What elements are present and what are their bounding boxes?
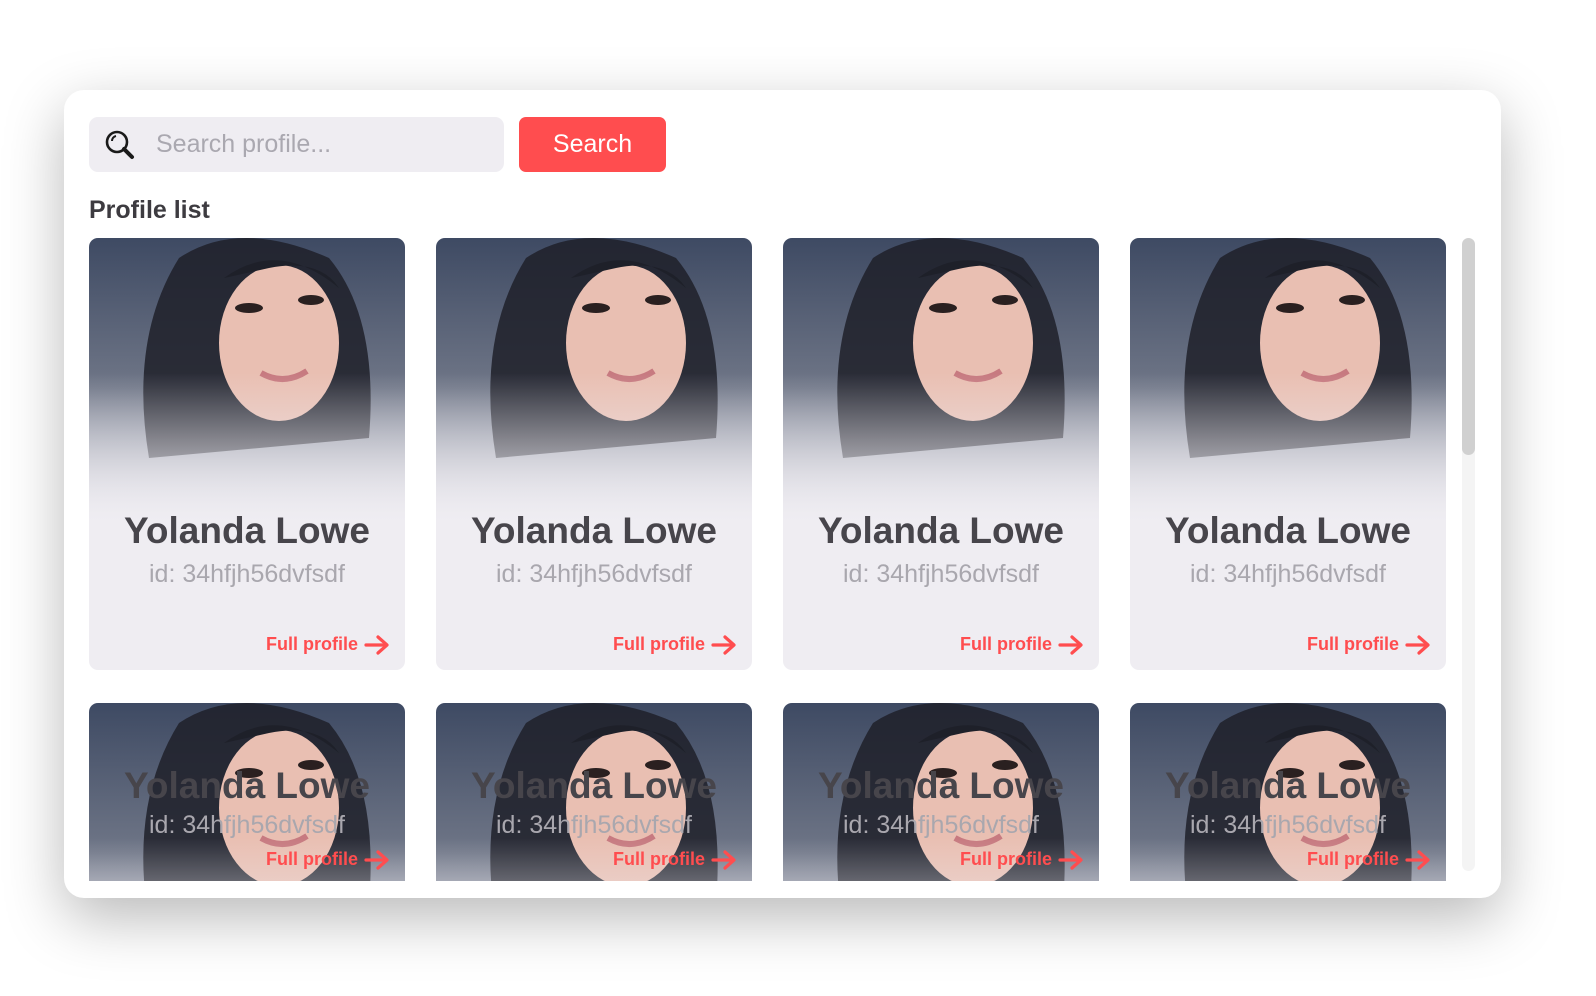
profile-id: id: 34hfjh56dvfsdf: [149, 811, 345, 839]
arrow-right-icon: [1405, 634, 1430, 655]
full-profile-link[interactable]: Full profile: [960, 634, 1084, 655]
profile-card: Yolanda Lowe id: 34hfjh56dvfsdf Full pro…: [89, 703, 405, 881]
profile-grid: Yolanda Lowe id: 34hfjh56dvfsdf Full pro…: [89, 238, 1449, 881]
arrow-right-icon: [1058, 634, 1083, 655]
profile-id: id: 34hfjh56dvfsdf: [843, 811, 1039, 839]
profile-photo: [89, 238, 405, 538]
full-profile-label: Full profile: [613, 634, 705, 654]
full-profile-label: Full profile: [1307, 849, 1399, 869]
arrow-right-icon: [364, 849, 389, 870]
search-field[interactable]: [89, 117, 504, 172]
profile-card: Yolanda Lowe id: 34hfjh56dvfsdf Full pro…: [783, 703, 1099, 881]
profile-name: Yolanda Lowe: [123, 510, 370, 551]
profile-id: id: 34hfjh56dvfsdf: [496, 560, 692, 588]
arrow-right-icon: [364, 634, 389, 655]
full-profile-link[interactable]: Full profile: [266, 849, 390, 870]
profile-name: Yolanda Lowe: [470, 510, 717, 551]
search-icon: [105, 130, 134, 159]
arrow-right-icon: [1058, 849, 1083, 870]
profile-card: Yolanda Lowe id: 34hfjh56dvfsdf Full pro…: [1130, 238, 1446, 670]
scrollbar[interactable]: [1462, 238, 1475, 871]
profile-name: Yolanda Lowe: [1164, 765, 1411, 806]
full-profile-label: Full profile: [960, 634, 1052, 654]
arrow-right-icon: [711, 634, 736, 655]
full-profile-label: Full profile: [613, 849, 705, 869]
profile-id: id: 34hfjh56dvfsdf: [496, 811, 692, 839]
profile-card: Yolanda Lowe id: 34hfjh56dvfsdf Full pro…: [436, 703, 752, 881]
arrow-right-icon: [1405, 849, 1430, 870]
search-input[interactable]: [154, 129, 478, 160]
profile-photo: [436, 238, 752, 538]
full-profile-link[interactable]: Full profile: [1307, 849, 1431, 870]
profile-name: Yolanda Lowe: [817, 510, 1064, 551]
profile-photo: [783, 238, 1099, 538]
profile-name: Yolanda Lowe: [1164, 510, 1411, 551]
full-profile-link[interactable]: Full profile: [613, 849, 737, 870]
full-profile-link[interactable]: Full profile: [1307, 634, 1431, 655]
profile-id: id: 34hfjh56dvfsdf: [843, 560, 1039, 588]
profile-card: Yolanda Lowe id: 34hfjh56dvfsdf Full pro…: [89, 238, 405, 670]
scrollbar-thumb[interactable]: [1462, 238, 1475, 455]
full-profile-label: Full profile: [266, 634, 358, 654]
profile-card: Yolanda Lowe id: 34hfjh56dvfsdf Full pro…: [783, 238, 1099, 670]
arrow-right-icon: [711, 849, 736, 870]
profile-name: Yolanda Lowe: [470, 765, 717, 806]
profile-id: id: 34hfjh56dvfsdf: [1190, 811, 1386, 839]
profile-search-window: Search Profile list Yolanda Lowe id: 34h…: [64, 90, 1501, 898]
profile-photo: [1130, 238, 1446, 538]
profile-card: Yolanda Lowe id: 34hfjh56dvfsdf Full pro…: [436, 238, 752, 670]
full-profile-link[interactable]: Full profile: [266, 634, 390, 655]
profile-card: Yolanda Lowe id: 34hfjh56dvfsdf Full pro…: [1130, 703, 1446, 881]
full-profile-label: Full profile: [1307, 634, 1399, 654]
profile-list-title: Profile list: [89, 196, 210, 224]
full-profile-link[interactable]: Full profile: [960, 849, 1084, 870]
profile-name: Yolanda Lowe: [123, 765, 370, 806]
search-button[interactable]: Search: [519, 117, 666, 172]
profile-id: id: 34hfjh56dvfsdf: [1190, 560, 1386, 588]
full-profile-link[interactable]: Full profile: [613, 634, 737, 655]
full-profile-label: Full profile: [960, 849, 1052, 869]
full-profile-label: Full profile: [266, 849, 358, 869]
profile-name: Yolanda Lowe: [817, 765, 1064, 806]
profile-id: id: 34hfjh56dvfsdf: [149, 560, 345, 588]
